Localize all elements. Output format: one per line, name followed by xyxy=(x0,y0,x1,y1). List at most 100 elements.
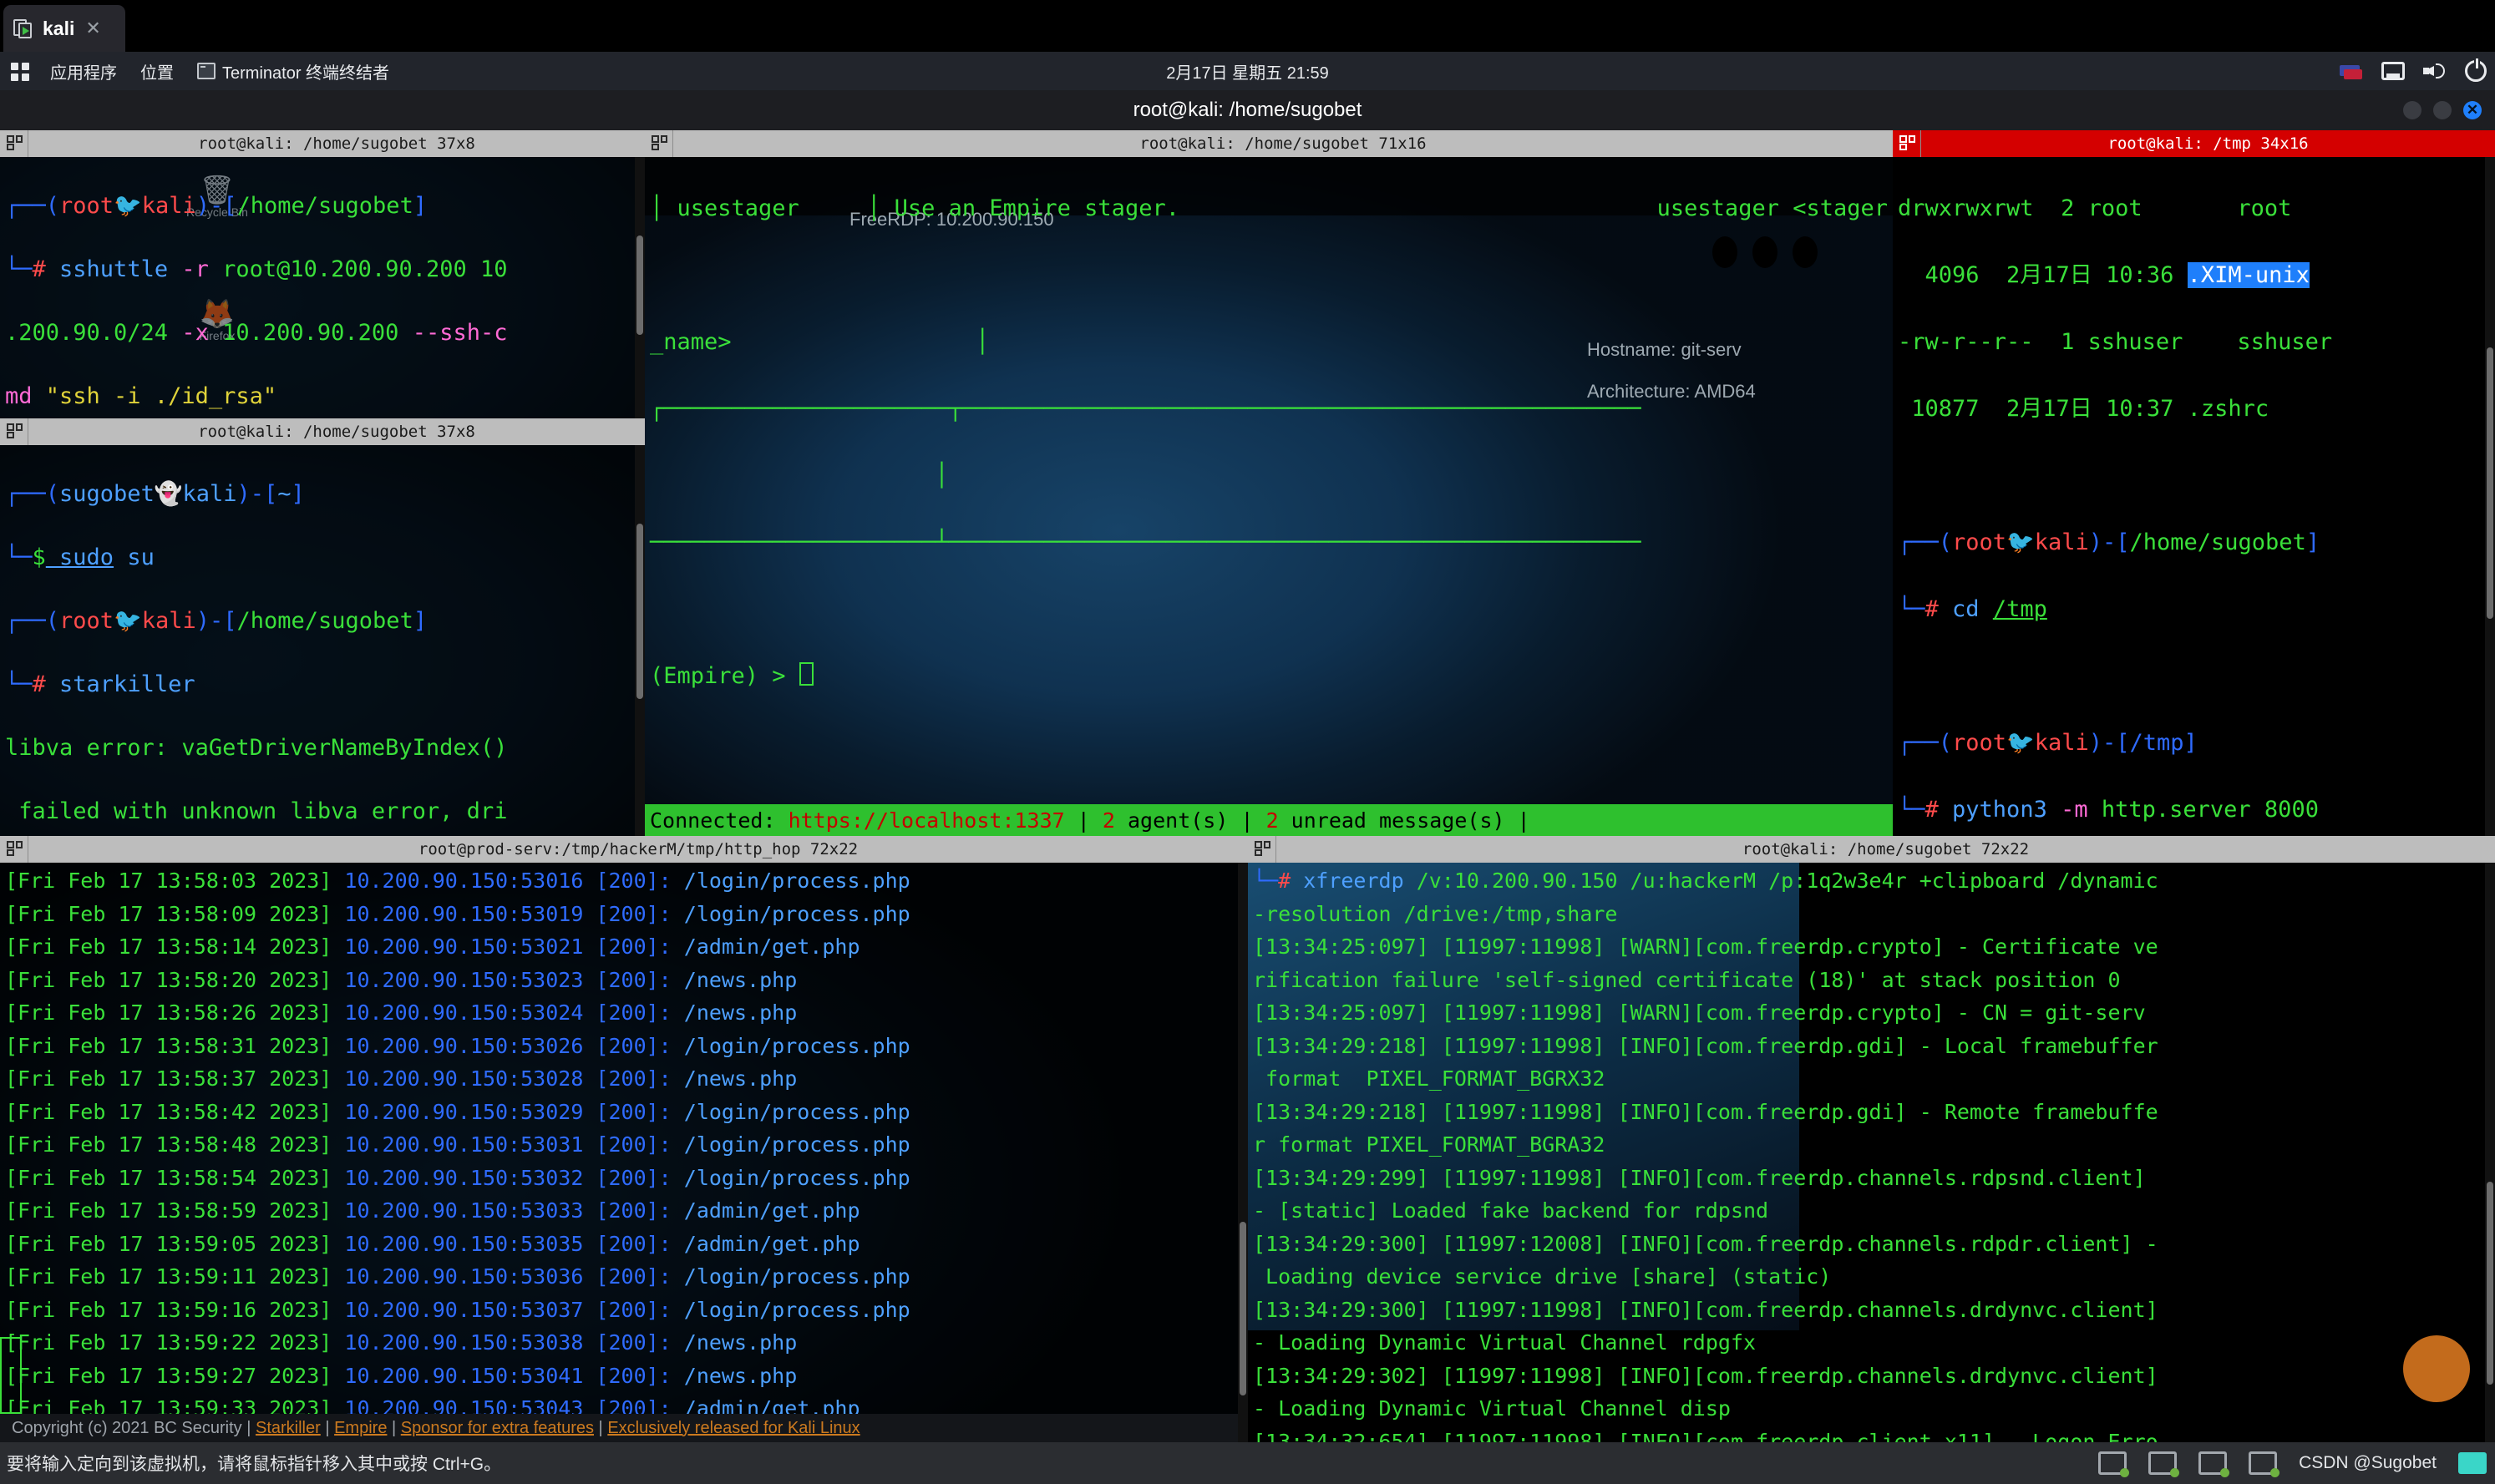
terminal-output-bottom-left[interactable]: [Fri Feb 17 13:58:03 2023] 10.200.90.150… xyxy=(0,863,1248,1442)
vmware-device-tray: CSDN @Sugobet xyxy=(2098,1451,2487,1477)
terminal-output-top-left[interactable]: ┌──(root🐦kali)-[/home/sugobet] └─# sshut… xyxy=(0,157,645,418)
log-line: [Fri Feb 17 13:58:54 2023] 10.200.90.150… xyxy=(5,1162,1243,1195)
log-path: /login/process.php xyxy=(683,869,910,893)
log-timestamp: [Fri Feb 17 13:58:26 2023] xyxy=(5,1000,345,1025)
terminator-window: root@kali: /home/sugobet ✕ root@kali: /h… xyxy=(0,90,2495,1442)
menu-places-label: 位置 xyxy=(140,63,174,83)
pane-titlebar-right[interactable]: root@kali: /tmp 34x16 xyxy=(1893,130,2495,157)
terminal-output-mid-left[interactable]: ┌──(sugobet👻kali)-[~] └─$ sudo su ┌──(ro… xyxy=(0,445,645,836)
pane-grip-icon[interactable] xyxy=(645,130,673,157)
pane-titlebar-bottom-left[interactable]: root@prod-serv:/tmp/hackerM/tmp/http_hop… xyxy=(0,836,1248,863)
pane-body-center[interactable]: FreeRDP: 10.200.90.150 Hostname: git-ser… xyxy=(645,157,1893,836)
xfce-top-panel: 应用程序 位置 Terminator 终端终结者 2月17日 星期五 21:59 xyxy=(0,52,2495,90)
pane-scrollbar-bottom-left[interactable] xyxy=(1238,863,1248,1442)
menu-applications-label: 应用程序 xyxy=(50,63,117,83)
panel-tray xyxy=(2338,52,2487,90)
log-line: [Fri Feb 17 13:58:31 2023] 10.200.90.150… xyxy=(5,1030,1243,1063)
log-client: 10.200.90.150:53032 xyxy=(344,1165,596,1190)
log-line: [13:34:29:300] [11997:12008] [INFO][com.… xyxy=(1253,1231,2158,1256)
pane-grip-icon[interactable] xyxy=(1893,130,1921,157)
network-adapter-icon[interactable] xyxy=(2148,1451,2180,1477)
sound-card-icon[interactable] xyxy=(2249,1451,2280,1477)
pane-grip-icon[interactable] xyxy=(0,130,28,157)
pane-grip-icon[interactable] xyxy=(1248,836,1276,863)
log-path: /news.php xyxy=(683,1000,798,1025)
starkiller-footer: Copyright (c) 2021 BC Security | Starkil… xyxy=(0,1414,1248,1442)
starkiller-left-rail xyxy=(0,1337,22,1414)
pane-title-bottom-right: root@kali: /home/sugobet 72x22 xyxy=(1742,840,2030,858)
minimize-button[interactable] xyxy=(2403,101,2421,119)
pane-bottom-left-httphop[interactable]: root@prod-serv:/tmp/hackerM/tmp/http_hop… xyxy=(0,836,1248,1442)
link-empire[interactable]: Empire xyxy=(334,1419,387,1438)
log-line: [Fri Feb 17 13:58:20 2023] 10.200.90.150… xyxy=(5,964,1243,997)
log-path: /login/process.php xyxy=(683,901,910,926)
log-timestamp: [Fri Feb 17 13:58:48 2023] xyxy=(5,1132,345,1157)
pane-body-top-left[interactable]: 🗑 Recycle Bin 🦊 Firefox ┌──(root🐦kali)-[/h… xyxy=(0,157,645,418)
pane-titlebar-center[interactable]: root@kali: /home/sugobet 71x16 xyxy=(645,130,1893,157)
link-starkiller[interactable]: Starkiller xyxy=(256,1419,321,1438)
maximize-button[interactable] xyxy=(2433,101,2452,119)
empire-status-url[interactable]: https://localhost:1337 xyxy=(789,808,1065,833)
volume-icon[interactable] xyxy=(2423,60,2447,82)
log-status: [200]: xyxy=(596,1132,684,1157)
log-line: [13:34:32:654] [11997:11998] [INFO][com.… xyxy=(1253,1429,2158,1443)
log-timestamp: [Fri Feb 17 13:58:09 2023] xyxy=(5,901,345,926)
printer-icon[interactable] xyxy=(2198,1451,2230,1477)
log-status: [200]: xyxy=(596,1000,684,1025)
network-icon[interactable] xyxy=(2381,62,2405,80)
pane-center-empire[interactable]: root@kali: /home/sugobet 71x16 FreeRDP: … xyxy=(645,130,1893,836)
log-line: - [static] Loaded fake backend for rdpsn… xyxy=(1253,1198,1769,1223)
taskbar-terminator-label: Terminator 终端终结者 xyxy=(222,63,390,83)
log-line: [Fri Feb 17 13:58:14 2023] 10.200.90.150… xyxy=(5,930,1243,964)
pane-grip-icon[interactable] xyxy=(0,418,28,445)
pane-scrollbar-top-left[interactable] xyxy=(635,157,645,418)
log-client: 10.200.90.150:53016 xyxy=(344,869,596,893)
pane-titlebar-mid-left[interactable]: root@kali: /home/sugobet 37x8 xyxy=(0,418,645,445)
terminal-output-center[interactable]: │ usestager │ Use an Empire stager. _nam… xyxy=(645,157,1893,760)
keyboard-layout-icon[interactable] xyxy=(2338,58,2363,84)
link-kali-release[interactable]: Exclusively released for Kali Linux xyxy=(607,1419,860,1438)
terminal-center-right-fragment: usestager <stager xyxy=(1657,192,1888,225)
menu-applications[interactable]: 应用程序 xyxy=(38,52,129,90)
pane-body-bottom-left[interactable]: [Fri Feb 17 13:58:03 2023] 10.200.90.150… xyxy=(0,863,1248,1442)
pane-titlebar-bottom-right[interactable]: root@kali: /home/sugobet 72x22 xyxy=(1248,836,2495,863)
empire-unread-label: unread message(s) xyxy=(1278,808,1518,833)
link-sponsor[interactable]: Sponsor for extra features xyxy=(401,1419,594,1438)
pane-title-right: root@kali: /tmp 34x16 xyxy=(2107,134,2309,153)
log-timestamp: [Fri Feb 17 13:59:11 2023] xyxy=(5,1264,345,1289)
terminal-output-bottom-right[interactable]: └─# xfreerdp /v:10.200.90.150 /u:hackerM… xyxy=(1248,863,2495,1442)
pane-body-right[interactable]: drwxrwxrwt 2 root root 4096 2月17日 10:36 … xyxy=(1893,157,2495,836)
log-line: [Fri Feb 17 13:59:11 2023] 10.200.90.150… xyxy=(5,1260,1243,1294)
apps-grid-icon[interactable] xyxy=(0,52,38,90)
menu-places[interactable]: 位置 xyxy=(129,52,185,90)
footer-sep-3: | xyxy=(594,1418,608,1437)
pane-bottom-right-xfreerdp[interactable]: root@kali: /home/sugobet 72x22 └─# xfree… xyxy=(1248,836,2495,1442)
empire-agent-label: agent(s) xyxy=(1114,808,1241,833)
pane-top-left[interactable]: root@kali: /home/sugobet 37x8 🗑 Recycle B… xyxy=(0,130,645,418)
window-controls: ✕ xyxy=(2403,90,2482,130)
pane-title-mid-left: root@kali: /home/sugobet 37x8 xyxy=(198,423,475,441)
vm-tab-kali[interactable]: kali ✕ xyxy=(3,5,125,52)
close-button[interactable]: ✕ xyxy=(2463,101,2482,119)
pane-body-mid-left[interactable]: ┌──(sugobet👻kali)-[~] └─$ sudo su ┌──(ro… xyxy=(0,445,645,836)
pane-scrollbar-mid-left[interactable] xyxy=(635,445,645,836)
pane-grip-icon[interactable] xyxy=(0,836,28,863)
log-line: r format PIXEL_FORMAT_BGRA32 xyxy=(1253,1132,1605,1157)
pane-scrollbar-bottom-right[interactable] xyxy=(2485,863,2495,1442)
pane-title-top-left: root@kali: /home/sugobet 37x8 xyxy=(198,134,475,153)
pane-mid-left[interactable]: root@kali: /home/sugobet 37x8 ┌──(sugobe… xyxy=(0,418,645,836)
footer-sep-1: | xyxy=(320,1418,335,1437)
log-status: [200]: xyxy=(596,1297,684,1322)
close-icon[interactable]: ✕ xyxy=(85,18,100,39)
harddisk-icon[interactable] xyxy=(2098,1451,2130,1477)
csdn-badge-icon xyxy=(2458,1452,2487,1474)
pane-right-tmp[interactable]: root@kali: /tmp 34x16 drwxrwxrwt 2 root … xyxy=(1893,130,2495,836)
taskbar-terminator[interactable]: Terminator 终端终结者 xyxy=(185,52,401,90)
pane-body-bottom-right[interactable]: └─# xfreerdp /v:10.200.90.150 /u:hackerM… xyxy=(1248,863,2495,1442)
terminal-output-right[interactable]: drwxrwxrwt 2 root root 4096 2月17日 10:36 … xyxy=(1893,157,2495,836)
pane-titlebar-top-left[interactable]: root@kali: /home/sugobet 37x8 xyxy=(0,130,645,157)
log-timestamp: [Fri Feb 17 13:58:54 2023] xyxy=(5,1165,345,1190)
pane-scrollbar-right[interactable] xyxy=(2485,157,2495,836)
starkiller-copyright: Copyright (c) 2021 BC Security | xyxy=(12,1418,256,1437)
power-icon[interactable] xyxy=(2465,58,2487,82)
